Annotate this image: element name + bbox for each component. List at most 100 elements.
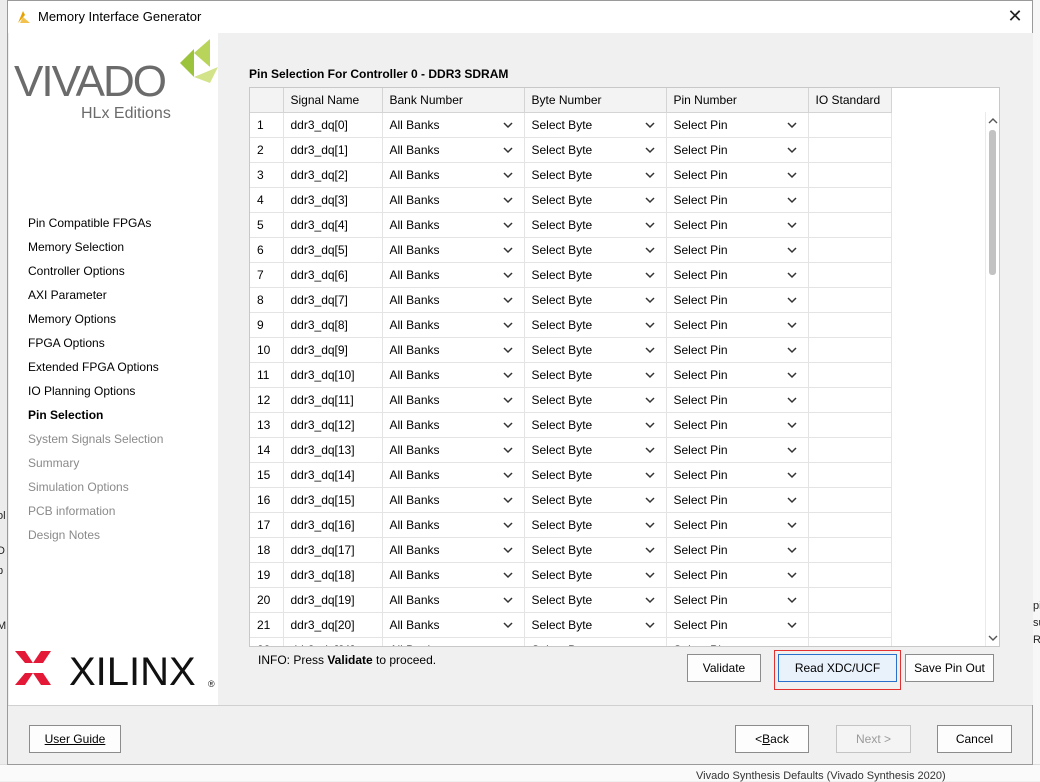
bank-number-dropdown[interactable]: All Banks — [382, 637, 525, 646]
bank-number-dropdown[interactable]: All Banks — [382, 137, 525, 163]
pin-number-dropdown[interactable]: Select Pin — [666, 312, 809, 338]
byte-number-dropdown[interactable]: Select Byte — [524, 212, 667, 238]
table-row[interactable]: 16 ddr3_dq[15] All Banks Select Byte Select … — [250, 487, 892, 513]
cancel-button[interactable]: Cancel — [937, 725, 1012, 753]
io-standard-cell[interactable] — [808, 162, 892, 188]
io-standard-cell[interactable] — [808, 537, 892, 563]
table-row[interactable]: 2 ddr3_dq[1] All Banks Select Byte Select Pi… — [250, 137, 892, 163]
io-standard-cell[interactable] — [808, 587, 892, 613]
table-row[interactable]: 19 ddr3_dq[18] All Banks Select Byte Select … — [250, 562, 892, 588]
back-button[interactable]: < Back — [735, 725, 809, 753]
table-row[interactable]: 15 ddr3_dq[14] All Banks Select Byte Select … — [250, 462, 892, 488]
io-standard-cell[interactable] — [808, 337, 892, 363]
byte-number-dropdown[interactable]: Select Byte — [524, 262, 667, 288]
table-row[interactable]: 9 ddr3_dq[8] All Banks Select Byte Select Pi… — [250, 312, 892, 338]
byte-number-dropdown[interactable]: Select Byte — [524, 437, 667, 463]
bank-number-dropdown[interactable]: All Banks — [382, 612, 525, 638]
byte-number-dropdown[interactable]: Select Byte — [524, 112, 667, 138]
column-header[interactable]: Signal Name — [283, 88, 383, 113]
table-row[interactable]: 22ddr3_dq[21] All Banks Select Byte Select … — [250, 637, 892, 646]
byte-number-dropdown[interactable]: Select Byte — [524, 362, 667, 388]
validate-button[interactable]: Validate — [687, 654, 761, 682]
pin-number-dropdown[interactable]: Select Pin — [666, 462, 809, 488]
column-header[interactable]: Pin Number — [666, 88, 809, 113]
save-pin-out-button[interactable]: Save Pin Out — [905, 654, 994, 682]
pin-number-dropdown[interactable]: Select Pin — [666, 537, 809, 563]
scroll-up-icon[interactable] — [988, 116, 998, 126]
bank-number-dropdown[interactable]: All Banks — [382, 362, 525, 388]
byte-number-dropdown[interactable]: Select Byte — [524, 162, 667, 188]
pin-number-dropdown[interactable]: Select Pin — [666, 237, 809, 263]
pin-number-dropdown[interactable]: Select Pin — [666, 262, 809, 288]
table-row[interactable]: 3 ddr3_dq[2] All Banks Select Byte Select Pi… — [250, 162, 892, 188]
bank-number-dropdown[interactable]: All Banks — [382, 262, 525, 288]
io-standard-cell[interactable] — [808, 137, 892, 163]
pin-number-dropdown[interactable]: Select Pin — [666, 637, 809, 646]
io-standard-cell[interactable] — [808, 487, 892, 513]
table-row[interactable]: 21 ddr3_dq[20] All Banks Select Byte Select … — [250, 612, 892, 638]
table-row[interactable]: 11 ddr3_dq[10] All Banks Select Byte Select … — [250, 362, 892, 388]
byte-number-dropdown[interactable]: Select Byte — [524, 312, 667, 338]
byte-number-dropdown[interactable]: Select Byte — [524, 612, 667, 638]
pin-number-dropdown[interactable]: Select Pin — [666, 437, 809, 463]
byte-number-dropdown[interactable]: Select Byte — [524, 137, 667, 163]
pin-number-dropdown[interactable]: Select Pin — [666, 187, 809, 213]
table-row[interactable]: 13 ddr3_dq[12] All Banks Select Byte Select … — [250, 412, 892, 438]
io-standard-cell[interactable] — [808, 437, 892, 463]
nav-memory-selection[interactable]: Memory Selection — [28, 238, 163, 262]
io-standard-cell[interactable] — [808, 612, 892, 638]
io-standard-cell[interactable] — [808, 412, 892, 438]
table-vertical-scrollbar[interactable] — [985, 112, 999, 646]
scrollbar-thumb[interactable] — [989, 130, 996, 275]
table-row[interactable]: 7 ddr3_dq[6] All Banks Select Byte Select Pi… — [250, 262, 892, 288]
pin-number-dropdown[interactable]: Select Pin — [666, 562, 809, 588]
nav-pin-selection[interactable]: Pin Selection — [28, 406, 163, 430]
nav-fpga-options[interactable]: FPGA Options — [28, 334, 163, 358]
io-standard-cell[interactable] — [808, 512, 892, 538]
pin-number-dropdown[interactable]: Select Pin — [666, 162, 809, 188]
byte-number-dropdown[interactable]: Select Byte — [524, 487, 667, 513]
table-row[interactable]: 1 ddr3_dq[0] All Banks Select Byte Select Pi… — [250, 112, 892, 138]
pin-number-dropdown[interactable]: Select Pin — [666, 212, 809, 238]
pin-number-dropdown[interactable]: Select Pin — [666, 387, 809, 413]
pin-number-dropdown[interactable]: Select Pin — [666, 487, 809, 513]
table-row[interactable]: 6 ddr3_dq[5] All Banks Select Byte Select Pi… — [250, 237, 892, 263]
table-row[interactable]: 20 ddr3_dq[19] All Banks Select Byte Select … — [250, 587, 892, 613]
io-standard-cell[interactable] — [808, 387, 892, 413]
byte-number-dropdown[interactable]: Select Byte — [524, 562, 667, 588]
user-guide-button[interactable]: User Guide — [29, 725, 121, 753]
bank-number-dropdown[interactable]: All Banks — [382, 187, 525, 213]
byte-number-dropdown[interactable]: Select Byte — [524, 337, 667, 363]
column-header[interactable]: Bank Number — [382, 88, 525, 113]
table-row[interactable]: 12 ddr3_dq[11] All Banks Select Byte Select … — [250, 387, 892, 413]
table-row[interactable]: 14 ddr3_dq[13] All Banks Select Byte Select … — [250, 437, 892, 463]
table-row[interactable]: 8 ddr3_dq[7] All Banks Select Byte Select Pi… — [250, 287, 892, 313]
io-standard-cell[interactable] — [808, 287, 892, 313]
pin-number-dropdown[interactable]: Select Pin — [666, 587, 809, 613]
column-header[interactable] — [250, 88, 284, 113]
byte-number-dropdown[interactable]: Select Byte — [524, 587, 667, 613]
bank-number-dropdown[interactable]: All Banks — [382, 162, 525, 188]
table-row[interactable]: 17 ddr3_dq[16] All Banks Select Byte Select … — [250, 512, 892, 538]
bank-number-dropdown[interactable]: All Banks — [382, 412, 525, 438]
bank-number-dropdown[interactable]: All Banks — [382, 587, 525, 613]
pin-number-dropdown[interactable]: Select Pin — [666, 337, 809, 363]
bank-number-dropdown[interactable]: All Banks — [382, 537, 525, 563]
bank-number-dropdown[interactable]: All Banks — [382, 312, 525, 338]
bank-number-dropdown[interactable]: All Banks — [382, 512, 525, 538]
byte-number-dropdown[interactable]: Select Byte — [524, 287, 667, 313]
bank-number-dropdown[interactable]: All Banks — [382, 462, 525, 488]
nav-axi-parameter[interactable]: AXI Parameter — [28, 286, 163, 310]
column-header[interactable]: IO Standard — [808, 88, 892, 113]
byte-number-dropdown[interactable]: Select Byte — [524, 512, 667, 538]
close-icon[interactable]: ✕ — [1004, 5, 1026, 27]
bank-number-dropdown[interactable]: All Banks — [382, 487, 525, 513]
table-row[interactable]: 10 ddr3_dq[9] All Banks Select Byte Select P… — [250, 337, 892, 363]
table-row[interactable]: 5 ddr3_dq[4] All Banks Select Byte Select Pi… — [250, 212, 892, 238]
io-standard-cell[interactable] — [808, 462, 892, 488]
io-standard-cell[interactable] — [808, 212, 892, 238]
table-row[interactable]: 18 ddr3_dq[17] All Banks Select Byte Select … — [250, 537, 892, 563]
bank-number-dropdown[interactable]: All Banks — [382, 387, 525, 413]
pin-number-dropdown[interactable]: Select Pin — [666, 112, 809, 138]
io-standard-cell[interactable] — [808, 112, 892, 138]
